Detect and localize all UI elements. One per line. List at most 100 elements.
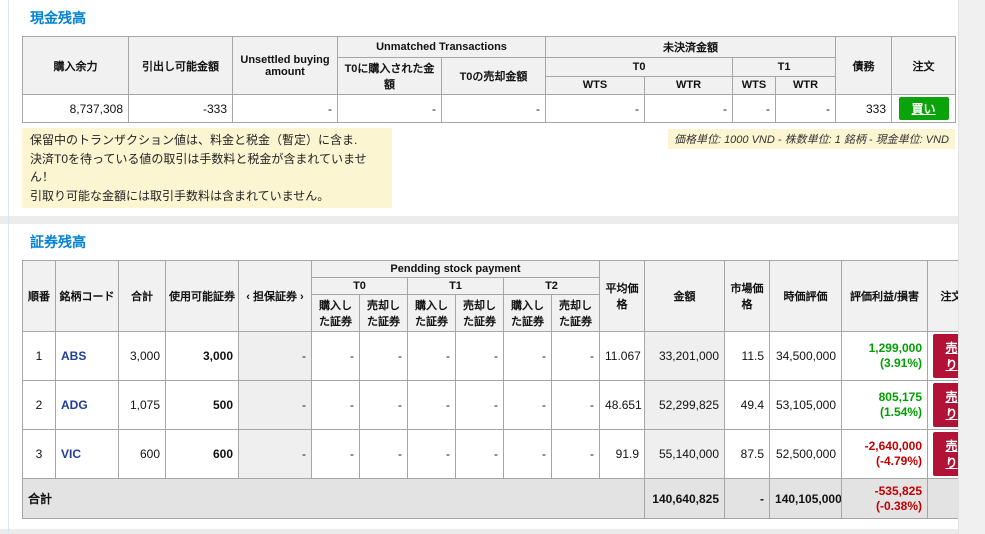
cell-buying-power: 8,737,308 [22, 94, 129, 123]
totals-pl: -535,825 (-0.38%) [841, 478, 929, 520]
cell-market-price: 11.5 [724, 331, 771, 382]
cell-t0-buy: - [311, 429, 360, 480]
cell-collateral: - [238, 429, 312, 480]
cell-t1-buy: - [407, 429, 456, 480]
cell-unsettled-buying: - [232, 94, 338, 123]
cell-total: 1,075 [118, 380, 166, 431]
pl-value: -535,825 [874, 483, 923, 498]
cell-t2-sell: - [550, 331, 601, 382]
cell-total: 600 [118, 429, 166, 480]
cell-withdrawable: -333 [128, 94, 233, 123]
cell-total: 3,000 [118, 331, 166, 382]
col-group-sec-t0: T0 [311, 277, 408, 296]
col-t2-sold-sec: 売却した証券 [550, 294, 601, 333]
cell-collateral: - [238, 380, 312, 431]
col-order: 注文 [891, 36, 957, 95]
cell-t0-wtr: - [644, 94, 734, 123]
securities-balance-title: 証券残高 [30, 234, 86, 251]
cell-t2-sell: - [550, 429, 601, 480]
cell-avg-price: 48.651 [599, 380, 646, 431]
trading-balance-page: 現金残高 購入余力 引出し可能金額 Unsettled buying amoun… [0, 0, 985, 534]
cell-available: 3,000 [165, 331, 239, 382]
cell-t2-sell: - [550, 380, 601, 431]
col-debt: 債務 [835, 36, 893, 95]
cash-balance-row: 8,737,308 -333 - - - - - - - 333 買い [22, 94, 957, 123]
cell-order: 買い [891, 94, 957, 123]
cell-available: 600 [165, 429, 239, 480]
col-buying-power: 購入余力 [22, 36, 129, 95]
cash-balance-table: 購入余力 引出し可能金額 Unsettled buying amount Unm… [22, 36, 957, 123]
securities-balance-table: 順番 銘柄コード 合計 使用可能証券 ‹ 担保証券 › Pendding sto… [21, 260, 977, 520]
cell-t2-buy: - [503, 429, 552, 480]
cell-t0-sell: - [359, 429, 408, 480]
totals-row: 合計 140,640,825 - 140,105,000 -535,825 (-… [21, 478, 977, 520]
cell-t2-buy: - [503, 380, 552, 431]
col-group-sec-t2: T2 [502, 277, 601, 296]
cell-t0-wts: - [545, 94, 646, 123]
col-group-unmatched: Unmatched Transactions [336, 36, 547, 58]
cell-market-value: 34,500,000 [769, 331, 843, 382]
totals-label: 合計 [21, 478, 646, 520]
col-market-value: 時価評価 [769, 260, 843, 333]
cell-amount: 33,201,000 [644, 331, 726, 382]
pl-percent: (1.54%) [879, 405, 923, 420]
col-t1-wtr: WTR [775, 75, 837, 95]
note-line-1: 保留中のトランザクション値は、料金と税金（暫定）に含ま. [30, 133, 358, 147]
cell-market-value: 53,105,000 [769, 380, 843, 431]
cell-t0-buy: - [311, 331, 360, 382]
col-t1-sold-sec: 売却した証券 [455, 294, 504, 333]
cash-notes-row: 保留中のトランザクション値は、料金と税金（暫定）に含ま. 決済T0を待っている値… [22, 128, 955, 209]
col-t1-wts: WTS [732, 75, 777, 95]
totals-amount: 140,640,825 [644, 478, 726, 520]
cell-t0-sell: - [359, 331, 408, 382]
cell-collateral: - [238, 331, 312, 382]
pl-percent: (3.91%) [879, 356, 923, 371]
ticker-link[interactable]: ADG [55, 380, 119, 431]
cell-no: 2 [22, 380, 56, 431]
pl-percent: (-0.38%) [876, 498, 923, 513]
pl-value: 805,175 [878, 390, 923, 405]
cell-amount: 52,299,825 [644, 380, 726, 431]
totals-market-price: - [724, 478, 771, 520]
ticker-link[interactable]: VIC [55, 429, 119, 480]
cell-market-value: 52,500,000 [769, 429, 843, 480]
note-line-3: 引取り可能な金額には取引手数料は含まれていません。 [30, 188, 330, 203]
left-border-line [8, 0, 9, 534]
buy-button[interactable]: 買い [898, 97, 949, 120]
col-withdrawable: 引出し可能金額 [128, 36, 233, 95]
table-row: 3 VIC 600 600 - - - - - - - 91.9 55,140,… [22, 429, 977, 480]
table-row: 2 ADG 1,075 500 - - - - - - - 48.651 52,… [22, 380, 977, 431]
cell-t0-bought: - [337, 94, 442, 123]
col-available: 使用可能証券 [165, 260, 239, 333]
col-t2-bought-sec: 購入した証券 [503, 294, 552, 333]
pl-value: -2,640,000 [864, 439, 923, 454]
cell-pl: -2,640,000 (-4.79%) [841, 429, 929, 480]
col-group-pending-stock: Pendding stock payment [310, 260, 601, 279]
col-t0-sold-sec: 売却した証券 [359, 294, 408, 333]
bottom-strip [0, 529, 985, 534]
section-divider [0, 216, 985, 225]
cell-t1-wts: - [732, 94, 777, 123]
cash-balance-panel: 現金残高 購入余力 引出し可能金額 Unsettled buying amoun… [0, 0, 985, 217]
col-code: 銘柄コード [55, 260, 119, 333]
totals-market-value: 140,105,000 [769, 478, 843, 520]
col-amount: 金額 [644, 260, 726, 333]
pl-percent: (-4.79%) [876, 454, 923, 469]
col-group-sec-t1: T1 [407, 277, 504, 296]
col-group-t0: T0 [545, 57, 734, 77]
col-t0-sold: T0の売却金額 [440, 57, 547, 95]
col-unsettled-buying: Unsettled buying amount [232, 36, 338, 95]
table-row: 1 ABS 3,000 3,000 - - - - - - - 11.067 3… [22, 331, 977, 382]
cell-t2-buy: - [503, 331, 552, 382]
cell-pl: 805,175 (1.54%) [841, 380, 929, 431]
pl-value: 1,299,000 [868, 341, 923, 356]
units-note: 価格単位: 1000 VND - 株数単位: 1 銘柄 - 現金単位: VND [667, 129, 955, 149]
cell-amount: 55,140,000 [644, 429, 726, 480]
ticker-link[interactable]: ABS [55, 331, 119, 382]
cell-market-price: 87.5 [724, 429, 771, 480]
cell-t0-buy: - [311, 380, 360, 431]
cell-t1-buy: - [407, 331, 456, 382]
cell-t1-sell: - [455, 380, 504, 431]
col-t0-bought: T0に購入された金額 [337, 57, 442, 95]
cash-balance-title: 現金残高 [30, 10, 86, 26]
